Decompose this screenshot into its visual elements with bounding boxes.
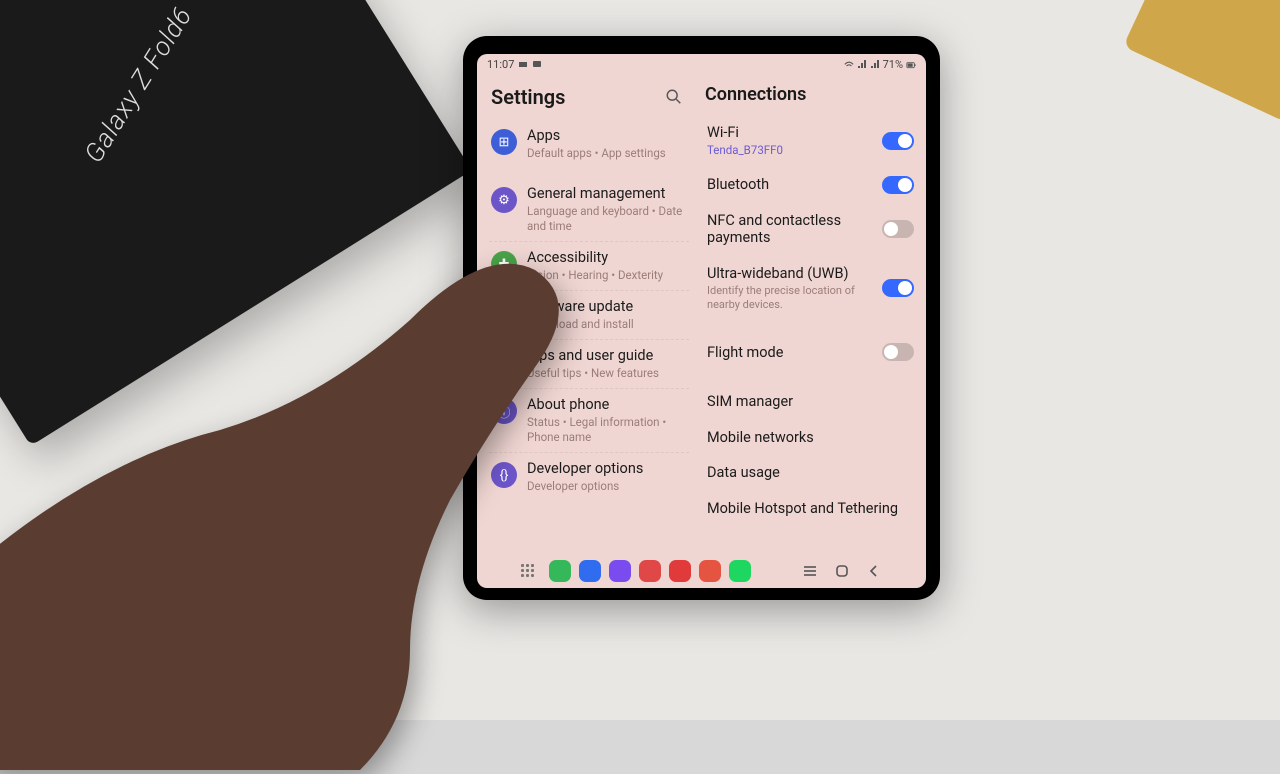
- dock-app-phone[interactable]: [549, 560, 571, 582]
- settings-item-subtitle: Developer options: [527, 479, 687, 494]
- connection-title: Ultra-wideband (UWB): [707, 265, 874, 282]
- connection-item-uwb[interactable]: Ultra-wideband (UWB) Identify the precise…: [703, 256, 918, 321]
- status-battery: 71%: [883, 58, 903, 71]
- settings-list-pane: Settings ⊞ AppsDefault apps • App setting…: [477, 74, 697, 554]
- signal-icon-2: [870, 59, 880, 69]
- nfc-toggle[interactable]: [882, 220, 914, 238]
- apps-drawer-button[interactable]: [521, 564, 535, 578]
- general-management-icon: ⚙: [491, 187, 517, 213]
- apps-icon: ⊞: [491, 129, 517, 155]
- settings-title: Settings: [491, 85, 565, 109]
- settings-item-software-update[interactable]: ↻ Software updateDownload and install: [489, 290, 689, 339]
- connection-title: SIM manager: [707, 393, 906, 410]
- settings-item-general-management[interactable]: ⚙ General managementLanguage and keyboard…: [489, 178, 689, 241]
- settings-item-title: Tips and user guide: [527, 347, 687, 365]
- settings-item-accessibility[interactable]: ✚ AccessibilityVision • Hearing • Dexteri…: [489, 241, 689, 290]
- status-time: 11:07: [487, 58, 514, 71]
- connection-item-nfc[interactable]: NFC and contactless payments: [703, 203, 918, 256]
- settings-item-title: Developer options: [527, 460, 687, 478]
- settings-item-title: Accessibility: [527, 249, 687, 267]
- connection-item-sim-manager[interactable]: SIM manager: [703, 384, 918, 419]
- connection-subtitle: Tenda_B73FF0: [707, 143, 874, 157]
- settings-item-about-phone[interactable]: ⓘ About phoneStatus • Legal information •…: [489, 388, 689, 452]
- settings-item-tips[interactable]: ? Tips and user guideUseful tips • New fe…: [489, 339, 689, 388]
- tablet-frame: 11:07 71% Settings: [463, 36, 940, 600]
- developer-options-icon: {}: [491, 462, 517, 488]
- notification-icon-2: [532, 59, 542, 69]
- connection-title: Wi-Fi: [707, 124, 874, 141]
- settings-item-title: Software update: [527, 298, 687, 316]
- connections-title: Connections: [703, 78, 918, 115]
- settings-item-subtitle: Language and keyboard • Date and time: [527, 204, 687, 234]
- connection-item-hotspot[interactable]: Mobile Hotspot and Tethering: [703, 491, 918, 526]
- settings-item-title: Apps: [527, 127, 687, 145]
- connection-title: Data usage: [707, 464, 906, 481]
- notification-icon: [518, 59, 528, 69]
- settings-item-subtitle: Status • Legal information • Phone name: [527, 415, 687, 445]
- connection-item-wifi[interactable]: Wi-Fi Tenda_B73FF0: [703, 115, 918, 167]
- settings-item-subtitle: Download and install: [527, 317, 687, 332]
- screen: 11:07 71% Settings: [477, 54, 926, 588]
- dock-app-messages[interactable]: [579, 560, 601, 582]
- settings-item-title: About phone: [527, 396, 687, 414]
- software-update-icon: ↻: [491, 300, 517, 326]
- connection-item-flight-mode[interactable]: Flight mode: [703, 334, 918, 370]
- search-icon: [665, 88, 683, 106]
- dock-app-opera[interactable]: [699, 560, 721, 582]
- home-button[interactable]: [833, 562, 851, 580]
- connection-title: NFC and contactless payments: [707, 212, 874, 247]
- wifi-toggle[interactable]: [882, 132, 914, 150]
- settings-item-title: General management: [527, 185, 687, 203]
- battery-icon: [906, 59, 916, 69]
- settings-item-developer-options[interactable]: {} Developer optionsDeveloper options: [489, 452, 689, 501]
- dock-app-galaxy-store[interactable]: [639, 560, 661, 582]
- connections-pane: Connections Wi-Fi Tenda_B73FF0 Bluetooth NF…: [697, 74, 926, 554]
- about-phone-icon: ⓘ: [491, 398, 517, 424]
- dock-app-samsung-internet[interactable]: [609, 560, 631, 582]
- connection-item-mobile-networks[interactable]: Mobile networks: [703, 420, 918, 455]
- dock-app-youtube[interactable]: [669, 560, 691, 582]
- connection-item-bluetooth[interactable]: Bluetooth: [703, 167, 918, 203]
- dock-bar: [477, 554, 926, 588]
- settings-item-subtitle: Vision • Hearing • Dexterity: [527, 268, 687, 283]
- accessibility-icon: ✚: [491, 251, 517, 277]
- wifi-icon: [844, 59, 854, 69]
- tips-icon: ?: [491, 349, 517, 375]
- connection-title: Mobile networks: [707, 429, 906, 446]
- settings-item-subtitle: Useful tips • New features: [527, 366, 687, 381]
- signal-icon: [857, 59, 867, 69]
- connection-item-data-usage[interactable]: Data usage: [703, 455, 918, 490]
- settings-item-apps[interactable]: ⊞ AppsDefault apps • App settings: [489, 120, 689, 168]
- connection-description: Identify the precise location of nearby …: [707, 284, 874, 312]
- status-bar: 11:07 71%: [477, 54, 926, 74]
- connection-title: Bluetooth: [707, 176, 874, 193]
- connection-title: Mobile Hotspot and Tethering: [707, 500, 906, 517]
- dock-app-spotify[interactable]: [729, 560, 751, 582]
- connection-title: Flight mode: [707, 344, 874, 361]
- back-button[interactable]: [865, 562, 883, 580]
- flight-mode-toggle[interactable]: [882, 343, 914, 361]
- recents-button[interactable]: [801, 562, 819, 580]
- bluetooth-toggle[interactable]: [882, 176, 914, 194]
- search-button[interactable]: [661, 84, 687, 110]
- uwb-toggle[interactable]: [882, 279, 914, 297]
- settings-item-subtitle: Default apps • App settings: [527, 146, 687, 161]
